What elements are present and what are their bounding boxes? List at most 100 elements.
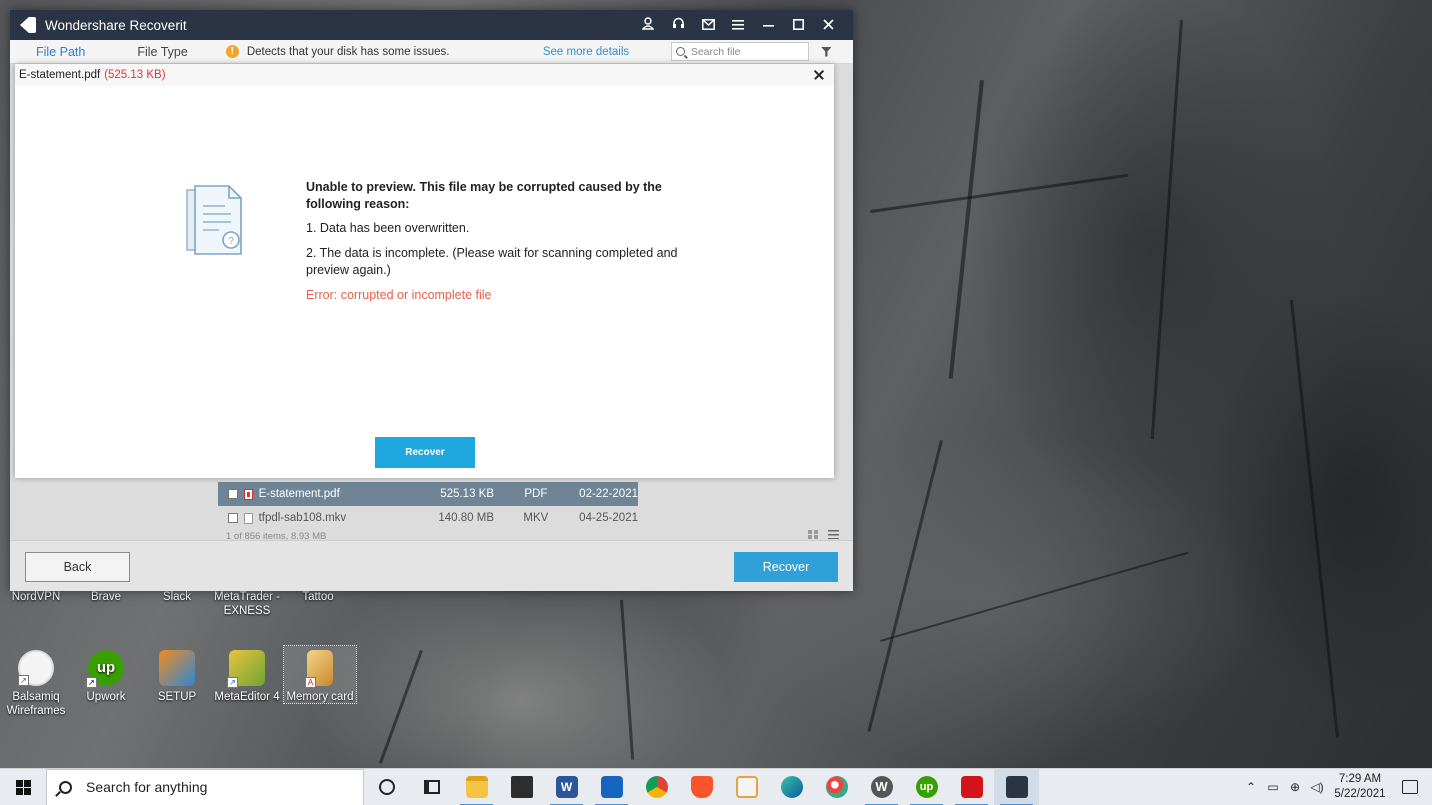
clock-date: 5/22/2021 xyxy=(1334,788,1386,800)
cortana-icon[interactable] xyxy=(364,769,409,805)
store-icon[interactable] xyxy=(499,769,544,805)
row-checkbox[interactable] xyxy=(228,489,238,499)
clock-time: 7:29 AM xyxy=(1338,773,1382,785)
file-size: 140.80 MB xyxy=(438,512,495,524)
desktop-icon-label: Brave xyxy=(90,591,122,603)
search-input[interactable]: Search file xyxy=(670,42,809,61)
file-name: E-statement.pdf xyxy=(258,488,340,500)
app-logo-icon xyxy=(20,17,36,33)
desktop-icon-brave[interactable]: Brave xyxy=(70,590,142,604)
preview-recover-button[interactable]: Recover xyxy=(375,437,475,468)
user-icon[interactable] xyxy=(633,16,663,34)
notification-icon[interactable] xyxy=(1402,780,1418,794)
file-size: 525.13 KB xyxy=(440,488,495,500)
taskbar: Search for anything W W up ⌃ ▭ ⊕ ◁) 7:29… xyxy=(0,768,1432,805)
title-bar: Wondershare Recoverit xyxy=(10,10,853,40)
search-icon xyxy=(675,47,685,56)
chrome-icon[interactable] xyxy=(634,769,679,805)
taskbar-search-placeholder: Search for anything xyxy=(86,779,208,795)
chevron-up-icon[interactable]: ⌃ xyxy=(1240,780,1262,794)
desktop-icon-label: Slack xyxy=(162,591,192,603)
list-view-icon[interactable] xyxy=(828,530,839,539)
desktop-icon-label: NordVPN xyxy=(11,591,61,603)
battery-icon[interactable]: ▭ xyxy=(1262,780,1284,794)
desktop-icon-setup[interactable]: SETUP xyxy=(141,650,213,704)
grid-view-icon[interactable] xyxy=(808,530,818,539)
desktop-icon-upwork[interactable]: up ↗ Upwork xyxy=(70,650,142,704)
file-type: MKV xyxy=(523,512,549,524)
filter-icon[interactable] xyxy=(820,46,832,57)
desktop-icon-label: Tattoo xyxy=(302,591,334,603)
file-date: 02-22-2021 xyxy=(579,488,638,500)
maximize-icon[interactable] xyxy=(783,17,813,34)
paint-icon[interactable] xyxy=(814,769,859,805)
system-tray: ⌃ ▭ ⊕ ◁) 7:29 AM 5/22/2021 xyxy=(1240,769,1432,805)
disk-warning-text: Detects that your disk has some issues. xyxy=(246,45,450,58)
window-footer: Back Recover xyxy=(10,540,853,591)
desktop-icon-memory-card[interactable]: A Memory card xyxy=(283,645,357,704)
desktop-icon-balsamiq[interactable]: ↗ Balsamiq Wireframes xyxy=(0,650,72,718)
upwork-icon[interactable]: up xyxy=(904,769,949,805)
edge-icon[interactable] xyxy=(769,769,814,805)
recoverit-window: Wondershare Recoverit File Path File Typ… xyxy=(10,10,853,591)
globe-icon[interactable]: ⊕ xyxy=(1284,780,1306,794)
file-icon xyxy=(243,512,253,524)
search-placeholder: Search file xyxy=(690,45,741,58)
window-title: Wondershare Recoverit xyxy=(45,17,187,33)
toolbar: File Path File Type ! Detects that your … xyxy=(10,40,853,64)
task-view-icon[interactable] xyxy=(409,769,454,805)
reason-incomplete: 2. The data is incomplete. (Please wait … xyxy=(306,246,678,277)
minimize-icon[interactable] xyxy=(753,17,783,34)
file-list: E-statement.pdf 525.13 KB PDF 02-22-2021… xyxy=(218,482,638,530)
file-explorer-icon[interactable] xyxy=(454,769,499,805)
pdf-icon xyxy=(243,488,253,500)
pdf-file-icon: A xyxy=(305,650,333,688)
desktop-icon-slack[interactable]: Slack xyxy=(141,590,213,604)
desktop-icon-label: Balsamiq Wireframes xyxy=(6,691,66,717)
desktop-icon-label: MetaEditor 4 xyxy=(214,691,280,703)
word-icon[interactable]: W xyxy=(544,769,589,805)
close-icon[interactable] xyxy=(811,67,827,83)
media-player-icon[interactable] xyxy=(724,769,769,805)
clock[interactable]: 7:29 AM 5/22/2021 xyxy=(1328,772,1392,802)
wondershare-icon[interactable]: W xyxy=(859,769,904,805)
preview-header: E-statement.pdf (525.13 KB) xyxy=(15,64,834,86)
headset-icon[interactable] xyxy=(663,17,693,34)
file-name: tfpdl-sab108.mkv xyxy=(258,512,347,524)
search-icon xyxy=(59,780,72,794)
preview-file-name: E-statement.pdf xyxy=(19,69,101,81)
file-date: 04-25-2021 xyxy=(579,512,638,524)
mail-icon[interactable] xyxy=(693,17,723,34)
desktop-icon-tattoo[interactable]: Tattoo xyxy=(282,590,354,604)
warning-icon: ! xyxy=(225,45,239,58)
setup-icon xyxy=(159,650,195,686)
table-row[interactable]: E-statement.pdf 525.13 KB PDF 02-22-2021 xyxy=(218,482,638,506)
error-text: Error: corrupted or incomplete file xyxy=(306,288,492,302)
desktop-icon-label: MetaTrader - EXNESS xyxy=(213,591,281,617)
taskbar-search-input[interactable]: Search for anything xyxy=(46,768,364,805)
back-button[interactable]: Back xyxy=(25,552,130,582)
tab-file-type[interactable]: File Type xyxy=(111,45,214,59)
acrobat-icon[interactable] xyxy=(949,769,994,805)
see-more-details-link[interactable]: See more details xyxy=(543,46,671,58)
desktop-icon-label: SETUP xyxy=(157,691,197,703)
metaeditor-icon: ↗ xyxy=(227,650,265,688)
table-row[interactable]: tfpdl-sab108.mkv 140.80 MB MKV 04-25-202… xyxy=(218,506,638,530)
preview-message: Unable to preview. This file may be corr… xyxy=(306,179,696,304)
speaker-icon[interactable]: ◁) xyxy=(1306,780,1328,794)
desktop-icon-nordvpn[interactable]: NordVPN xyxy=(0,590,72,604)
close-icon[interactable] xyxy=(813,17,843,34)
desktop-icon-metatrader[interactable]: MetaTrader - EXNESS xyxy=(211,590,283,618)
tab-file-path[interactable]: File Path xyxy=(10,45,111,59)
row-checkbox[interactable] xyxy=(228,513,238,523)
recover-button[interactable]: Recover xyxy=(734,552,838,582)
menu-icon[interactable] xyxy=(723,17,753,34)
windows-start-icon[interactable] xyxy=(0,769,46,805)
file-type: PDF xyxy=(524,488,548,500)
search-app-icon[interactable] xyxy=(589,769,634,805)
corrupted-document-icon: ? xyxy=(186,185,242,255)
brave-icon[interactable] xyxy=(679,769,724,805)
recoverit-taskbar-icon[interactable] xyxy=(994,768,1039,805)
preview-file-size: (525.13 KB) xyxy=(104,69,166,81)
desktop-icon-metaeditor[interactable]: ↗ MetaEditor 4 xyxy=(211,650,283,704)
